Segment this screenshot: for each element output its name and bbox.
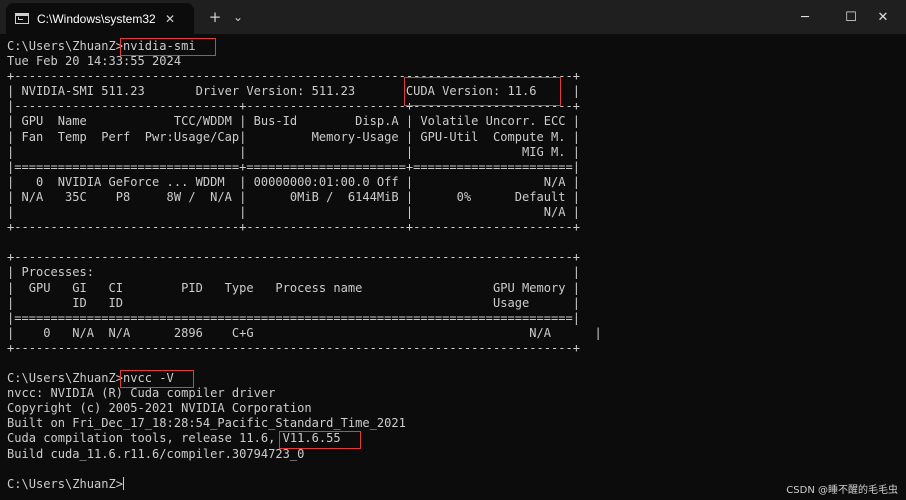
title-bar: C:\Windows\system32\cmd.e ✕ + ⌄ ─ ☐ ✕ (0, 0, 906, 34)
terminal-line: | 0 N/A N/A 2896 C+G N/A | (7, 325, 602, 340)
terminal-line: Built on Fri_Dec_17_18:28:54_Pacific_Sta… (7, 416, 406, 431)
terminal-line: nvcc: NVIDIA (R) Cuda compiler driver (7, 386, 276, 401)
terminal-tab[interactable]: C:\Windows\system32\cmd.e ✕ (6, 3, 194, 34)
close-button[interactable]: ✕ (860, 0, 906, 34)
terminal-line: +---------------------------------------… (7, 250, 580, 265)
terminal-line: |===============================+=======… (7, 159, 580, 174)
terminal-line: +-------------------------------+-------… (7, 220, 580, 235)
terminal-line: | N/A 35C P8 8W / N/A | 0MiB / 6144MiB |… (7, 189, 580, 204)
terminal-line: | | | MIG M. | (7, 144, 580, 159)
terminal-area[interactable]: C:\Users\ZhuanZ>nvidia-smi Tue Feb 20 14… (0, 34, 906, 500)
terminal-line: C:\Users\ZhuanZ>nvcc -V (7, 371, 174, 386)
terminal-line: |-------------------------------+-------… (7, 99, 580, 114)
terminal-line: +---------------------------------------… (7, 69, 580, 84)
terminal-line: C:\Users\ZhuanZ>nvidia-smi (7, 39, 196, 53)
terminal-line: Tue Feb 20 14:33:55 2024 (7, 54, 182, 69)
terminal-line: | GPU Name TCC/WDDM | Bus-Id Disp.A | Vo… (7, 114, 580, 129)
minimize-button[interactable]: ─ (782, 0, 828, 34)
terminal-line: | GPU GI CI PID Type Process name GPU Me… (7, 280, 580, 295)
terminal-line: Cuda compilation tools, release 11.6, V1… (7, 431, 341, 446)
tab-close-icon[interactable]: ✕ (165, 12, 175, 26)
terminal-line: | Processes: | (7, 265, 580, 280)
watermark: CSDN @睡不醒的毛毛虫 (786, 485, 898, 496)
terminal-line: | 0 NVIDIA GeForce ... WDDM | 00000000:0… (7, 174, 580, 189)
terminal-line: | | | N/A | (7, 205, 580, 220)
terminal-prompt[interactable]: C:\Users\ZhuanZ> (7, 477, 123, 491)
terminal-line: Build cuda_11.6.r11.6/compiler.30794723_… (7, 446, 305, 461)
terminal-line: | NVIDIA-SMI 511.23 Driver Version: 511.… (7, 84, 580, 99)
tab-dropdown-button[interactable]: ⌄ (229, 6, 247, 28)
terminal-icon (15, 13, 29, 24)
tab-title: C:\Windows\system32\cmd.e (37, 11, 155, 26)
terminal-line: | Fan Temp Perf Pwr:Usage/Cap| Memory-Us… (7, 129, 580, 144)
terminal-line: +---------------------------------------… (7, 340, 580, 355)
terminal-output: C:\Users\ZhuanZ>nvidia-smi Tue Feb 20 14… (7, 39, 602, 492)
terminal-line: |=======================================… (7, 310, 580, 325)
new-tab-button[interactable]: + (206, 6, 224, 28)
terminal-line: Copyright (c) 2005-2021 NVIDIA Corporati… (7, 401, 312, 416)
terminal-line: | ID ID Usage | (7, 295, 580, 310)
text-cursor (123, 476, 125, 490)
